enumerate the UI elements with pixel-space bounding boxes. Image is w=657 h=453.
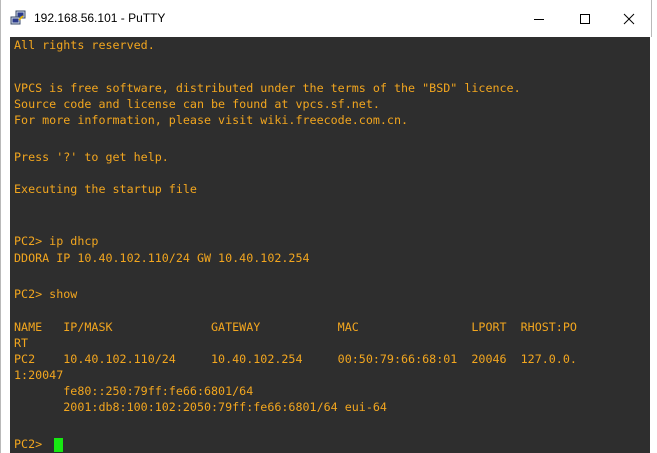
- putty-window: 192.168.56.101 - PuTTY All rights reserv…: [0, 0, 652, 453]
- terminal-area[interactable]: All rights reserved. VPCS is free softwa…: [10, 37, 650, 453]
- minimize-button[interactable]: [516, 0, 562, 37]
- window-title: 192.168.56.101 - PuTTY: [34, 11, 166, 25]
- terminal-line: PC2> ip dhcp: [14, 234, 99, 248]
- terminal-line: RT: [14, 336, 29, 350]
- terminal-line: PC2> show: [14, 287, 78, 301]
- terminal-line: VPCS is free software, distributed under…: [14, 81, 521, 95]
- terminal-line: Press '?' to get help.: [14, 150, 169, 164]
- terminal-line: All rights reserved.: [14, 38, 155, 52]
- terminal-line: fe80::250:79ff:fe66:6801/64: [14, 384, 254, 398]
- terminal-line: Executing the startup file: [14, 182, 197, 196]
- terminal-line: 2001:db8:100:102:2050:79ff:fe66:6801/64 …: [14, 400, 387, 414]
- close-icon: [623, 13, 635, 24]
- title-bar[interactable]: 192.168.56.101 - PuTTY: [1, 0, 651, 37]
- putty-icon[interactable]: [10, 10, 26, 26]
- maximize-icon: [580, 13, 590, 24]
- terminal-cursor: [54, 438, 63, 452]
- maximize-button[interactable]: [562, 0, 608, 37]
- terminal-line: For more information, please visit wiki.…: [14, 113, 409, 127]
- window-edge: [650, 37, 652, 453]
- terminal-line: NAME IP/MASK GATEWAY MAC LPORT RHOST:PO: [14, 320, 577, 334]
- minimize-icon: [534, 18, 544, 20]
- terminal-line: 1:20047: [14, 368, 64, 382]
- terminal-line: DDORA IP 10.40.102.110/24 GW 10.40.102.2…: [14, 251, 310, 265]
- terminal-line: PC2 10.40.102.110/24 10.40.102.254 00:50…: [14, 352, 577, 366]
- close-button[interactable]: [606, 0, 652, 37]
- terminal-line: Source code and license can be found at …: [14, 97, 380, 111]
- terminal-prompt: PC2>: [14, 437, 50, 451]
